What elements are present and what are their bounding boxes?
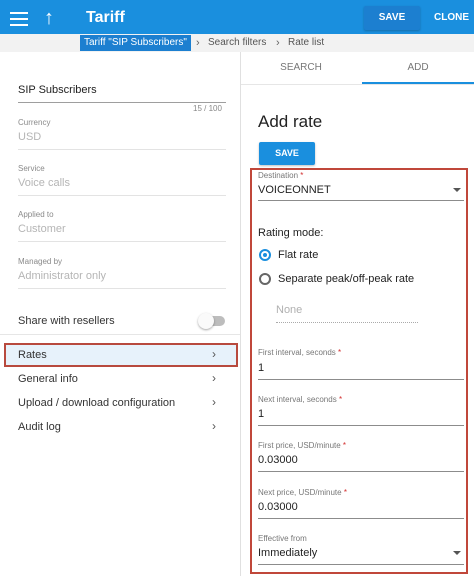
chevron-right-icon: › [276,37,280,49]
radio-flat-rate[interactable] [259,249,271,261]
active-tab-indicator [362,82,474,84]
first-interval-underline [258,379,464,380]
next-price-underline [258,518,464,519]
next-interval-underline [258,425,464,426]
toggle-knob[interactable] [198,313,214,329]
save-button-top[interactable]: SAVE [364,6,420,30]
save-rate-button[interactable]: SAVE [259,142,315,165]
tab-search[interactable]: SEARCH [241,62,361,73]
share-with-resellers-label: Share with resellers [18,315,115,327]
char-counter: 15 / 100 [193,104,222,113]
breadcrumb-item-tariff[interactable]: Tariff "SIP Subscribers" [80,35,191,51]
rating-mode-label: Rating mode: [258,227,324,239]
next-price-input[interactable]: 0.03000 [258,501,298,513]
peak-schedule-field: None [276,304,303,316]
nav-item-upload-download[interactable]: Upload / download configuration [18,397,175,409]
first-interval-input[interactable]: 1 [258,362,264,374]
destination-label: Destination * [258,171,304,180]
first-price-label: First price, USD/minute * [258,441,347,450]
nav-item-rates[interactable]: Rates [18,349,47,361]
effective-from-underline [258,564,464,565]
chevron-right-icon: › [196,37,200,49]
hamburger-menu-icon[interactable] [10,12,28,26]
applied-to-underline [18,241,226,242]
chevron-right-icon: › [212,371,216,385]
tariff-name-underline [18,102,226,103]
nav-item-audit-log[interactable]: Audit log [18,421,61,433]
effective-from-select[interactable]: Immediately [258,547,317,559]
tariff-name-field[interactable]: SIP Subscribers [18,84,97,96]
effective-from-label: Effective from [258,534,307,543]
add-rate-heading: Add rate [258,112,323,131]
currency-underline [18,149,226,150]
destination-select[interactable]: VOICEONNET [258,184,331,196]
peak-schedule-underline [276,322,418,323]
first-price-input[interactable]: 0.03000 [258,454,298,466]
managed-by-label: Managed by [18,257,63,266]
next-interval-label: Next interval, seconds * [258,395,343,404]
dropdown-arrow-icon[interactable] [453,188,461,192]
currency-value: USD [18,131,42,143]
flat-rate-label[interactable]: Flat rate [278,249,318,261]
back-arrow-icon[interactable]: ↑ [44,8,62,30]
tab-add[interactable]: ADD [362,62,474,73]
first-interval-label: First interval, seconds * [258,348,342,357]
nav-item-general-info[interactable]: General info [18,373,78,385]
radio-peak-offpeak[interactable] [259,273,271,285]
page-title: Tariff [86,9,125,26]
managed-by-underline [18,288,226,289]
first-price-underline [258,471,464,472]
chevron-right-icon: › [212,419,216,433]
service-underline [18,195,226,196]
dropdown-arrow-icon[interactable] [453,551,461,555]
managed-by-value: Administrator only [18,270,107,282]
chevron-right-icon: › [212,395,216,409]
applied-to-label: Applied to [18,210,54,219]
peak-offpeak-label[interactable]: Separate peak/off-peak rate [278,273,414,285]
breadcrumb-item-search-filters[interactable]: Search filters [208,35,266,51]
service-value: Voice calls [18,177,70,189]
chevron-right-icon: › [212,347,216,361]
applied-to-value: Customer [18,223,66,235]
currency-label: Currency [18,118,51,127]
section-divider [0,334,240,335]
next-interval-input[interactable]: 1 [258,408,264,420]
panel-divider [240,52,241,576]
breadcrumb-item-rate-list[interactable]: Rate list [288,35,324,51]
destination-underline [258,200,464,201]
next-price-label: Next price, USD/minute * [258,488,347,497]
clone-button[interactable]: CLONE [434,6,474,30]
service-label: Service [18,164,45,173]
tabs-divider [241,84,474,85]
